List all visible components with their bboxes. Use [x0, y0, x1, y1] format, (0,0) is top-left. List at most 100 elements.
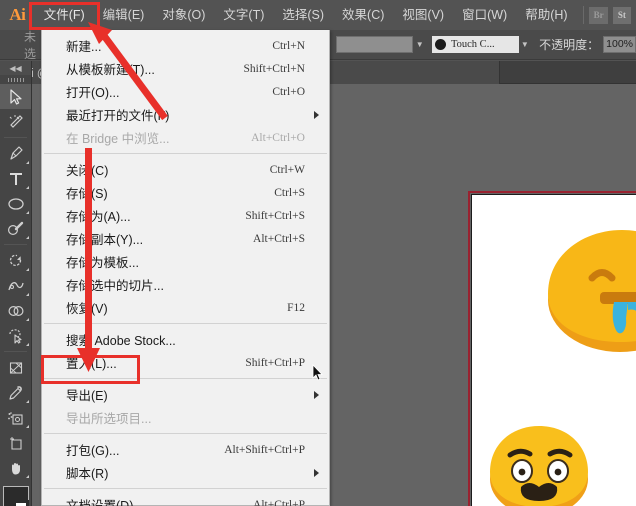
file-browse-in-bridge: 在 Bridge 中浏览... Alt+Ctrl+O: [42, 126, 329, 149]
menu-item-label: 新建...: [66, 40, 102, 54]
opacity-input[interactable]: 100%: [603, 36, 636, 53]
menu-item-shortcut: Alt+Ctrl+P: [253, 498, 305, 506]
tool-type[interactable]: [0, 166, 31, 191]
menu-type[interactable]: 文字(T): [214, 0, 273, 30]
file-save[interactable]: 存储(S) Ctrl+S: [42, 181, 329, 204]
menu-item-label: 在 Bridge 中浏览...: [66, 132, 170, 146]
menu-item-shortcut: Shift+Ctrl+P: [245, 356, 305, 369]
fill-stroke-swatches[interactable]: [0, 486, 31, 506]
style-chevron-down-icon[interactable]: ▼: [413, 36, 426, 53]
tools-panel: ◀◀: [0, 61, 32, 506]
menu-item-label: 打包(G)...: [66, 444, 120, 458]
tool-flyout-indicator[interactable]: [26, 343, 29, 346]
tool-magic-wand[interactable]: [0, 109, 31, 134]
file-new[interactable]: 新建... Ctrl+N: [42, 34, 329, 57]
menu-item-label: 文档设置(D)...: [66, 499, 144, 506]
tool-hand[interactable]: [0, 455, 31, 480]
tool-symbol-spray[interactable]: [0, 405, 31, 430]
tool-gradient-mesh[interactable]: [0, 355, 31, 380]
menu-edit[interactable]: 编辑(E): [94, 0, 154, 30]
chevron-right-icon: [314, 110, 319, 119]
illustrator-window: Ai 文件(F) 编辑(E) 对象(O) 文字(T) 选择(S) 效果(C) 视…: [0, 0, 636, 506]
menu-item-shortcut: Alt+Ctrl+S: [253, 232, 305, 245]
menu-bar-divider: [582, 6, 584, 24]
tool-flyout-indicator[interactable]: [26, 211, 29, 214]
file-new-from-template[interactable]: 从模板新建(T)... Shift+Ctrl+N: [42, 57, 329, 80]
tool-rotate[interactable]: [0, 248, 31, 273]
menu-select[interactable]: 选择(S): [273, 0, 333, 30]
menu-item-label: 导出(E): [66, 389, 108, 403]
no-selection-label: 未选: [24, 29, 37, 61]
file-place[interactable]: 置入(L)... Shift+Ctrl+P: [42, 351, 329, 374]
menu-item-label: 从模板新建(T)...: [66, 63, 155, 77]
menu-view[interactable]: 视图(V): [393, 0, 453, 30]
file-save-as[interactable]: 存储为(A)... Shift+Ctrl+S: [42, 204, 329, 227]
tool-eyedropper[interactable]: [0, 380, 31, 405]
ai-logo-icon: Ai: [9, 5, 26, 24]
menu-separator: [44, 433, 327, 434]
file-save-as-template[interactable]: 存储为模板...: [42, 250, 329, 273]
file-search-adobe-stock[interactable]: 搜索 Adobe Stock...: [42, 328, 329, 351]
file-save-a-copy[interactable]: 存储副本(Y)... Alt+Ctrl+S: [42, 227, 329, 250]
file-export[interactable]: 导出(E): [42, 383, 329, 406]
menu-separator: [44, 323, 327, 324]
tool-selection[interactable]: [0, 84, 31, 109]
tool-flyout-indicator[interactable]: [26, 400, 29, 403]
stock-badge[interactable]: St: [612, 6, 631, 24]
menu-item-label: 存储为(A)...: [66, 210, 131, 224]
menu-item-shortcut: Ctrl+O: [272, 85, 305, 98]
tools-divider: [4, 244, 27, 245]
menu-item-shortcut: Ctrl+N: [272, 39, 305, 52]
menu-item-label: 存储为模板...: [66, 256, 139, 270]
tool-flyout-indicator[interactable]: [26, 425, 29, 428]
chevron-right-icon: [314, 390, 319, 399]
tool-flyout-indicator[interactable]: [26, 268, 29, 271]
tool-lasso-select[interactable]: [0, 323, 31, 348]
tool-flyout-indicator[interactable]: [26, 236, 29, 239]
menu-object[interactable]: 对象(O): [153, 0, 214, 30]
menu-item-shortcut: Alt+Shift+Ctrl+P: [224, 443, 305, 456]
menu-item-shortcut: Shift+Ctrl+S: [245, 209, 305, 222]
file-open[interactable]: 打开(O)... Ctrl+O: [42, 80, 329, 103]
tool-flyout-indicator[interactable]: [26, 161, 29, 164]
tool-pen[interactable]: [0, 141, 31, 166]
file-document-setup[interactable]: 文档设置(D)... Alt+Ctrl+P: [42, 493, 329, 506]
menu-item-label: 导出所选项目...: [66, 412, 152, 426]
file-revert[interactable]: 恢复(V) F12: [42, 296, 329, 319]
tool-flyout-indicator[interactable]: [26, 475, 29, 478]
style-field[interactable]: [336, 36, 414, 53]
menu-item-label: 存储(S): [66, 187, 108, 201]
tool-artboard[interactable]: [0, 430, 31, 455]
tool-flyout-indicator[interactable]: [26, 186, 29, 189]
tool-flyout-indicator[interactable]: [26, 293, 29, 296]
menu-item-shortcut: F12: [287, 301, 305, 314]
tool-shape-builder[interactable]: [0, 298, 31, 323]
brush-chevron-down-icon[interactable]: ▼: [519, 36, 532, 53]
file-save-selected-slices[interactable]: 存储选中的切片...: [42, 273, 329, 296]
menu-help[interactable]: 帮助(H): [516, 0, 576, 30]
tools-divider: [4, 137, 27, 138]
panel-drag-grip[interactable]: [0, 75, 31, 84]
collapse-panel-icon[interactable]: ◀◀: [0, 61, 31, 75]
menu-separator: [44, 153, 327, 154]
file-open-recent[interactable]: 最近打开的文件(F): [42, 103, 329, 126]
stroke-swatch[interactable]: [13, 500, 29, 506]
tool-ellipse[interactable]: [0, 191, 31, 216]
menu-file[interactable]: 文件(F): [35, 0, 94, 30]
file-menu-dropdown[interactable]: 新建... Ctrl+N 从模板新建(T)... Shift+Ctrl+N 打开…: [41, 30, 330, 506]
brush-definition-combo[interactable]: Touch C...: [431, 36, 519, 53]
tool-width[interactable]: [0, 273, 31, 298]
brush-name-label: Touch C...: [450, 39, 495, 50]
file-close[interactable]: 关闭(C) Ctrl+W: [42, 158, 329, 181]
menu-item-label: 脚本(R): [66, 467, 109, 481]
menu-separator: [44, 488, 327, 489]
tool-paintbrush[interactable]: [0, 216, 31, 241]
menu-window[interactable]: 窗口(W): [453, 0, 516, 30]
tool-flyout-indicator[interactable]: [26, 318, 29, 321]
file-package[interactable]: 打包(G)... Alt+Shift+Ctrl+P: [42, 438, 329, 461]
menu-item-shortcut: Ctrl+W: [269, 163, 305, 176]
menu-effect[interactable]: 效果(C): [333, 0, 393, 30]
mouse-cursor-icon: [312, 364, 323, 381]
file-scripts[interactable]: 脚本(R): [42, 461, 329, 484]
bridge-badge[interactable]: Br: [589, 6, 608, 24]
